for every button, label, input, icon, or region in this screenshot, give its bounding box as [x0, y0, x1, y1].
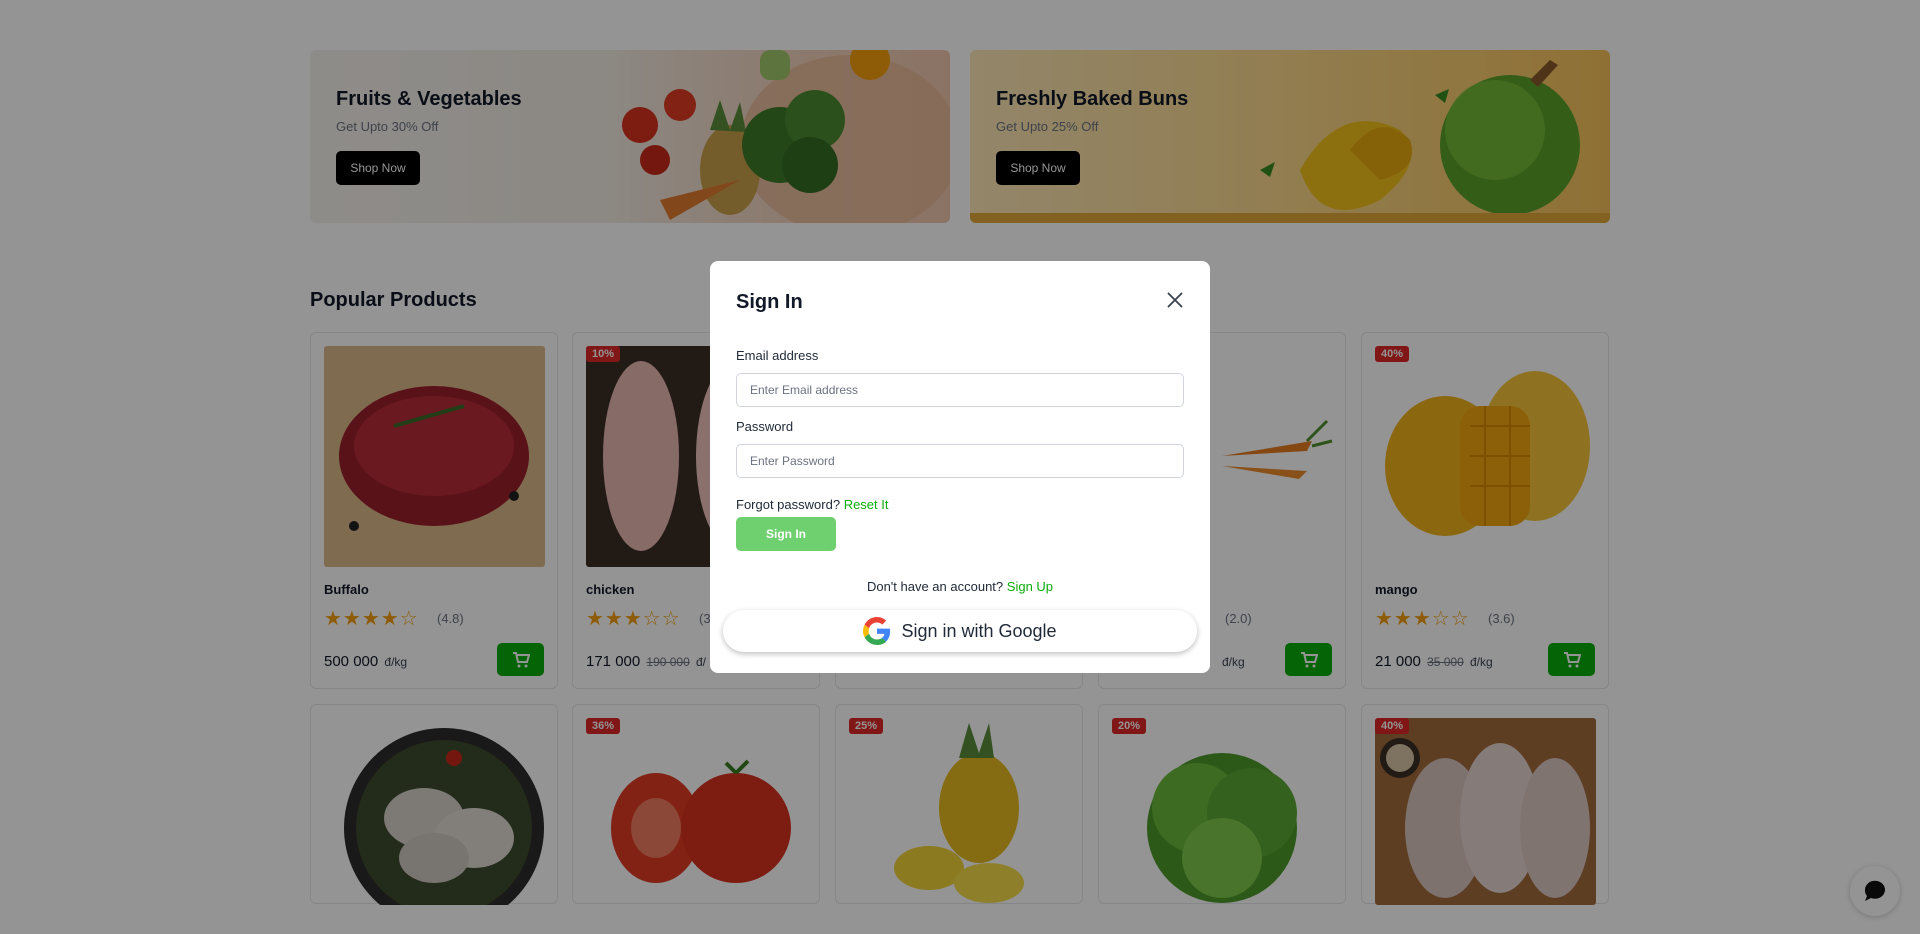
no-account-text: Don't have an account?: [866, 579, 1004, 594]
password-label: Password: [736, 419, 794, 434]
google-button-label: Sign in with Google: [901, 620, 1057, 641]
password-field[interactable]: [736, 444, 1184, 478]
modal-title: Sign In: [736, 291, 803, 313]
close-button[interactable]: [1162, 287, 1188, 313]
forgot-password-text: Forgot password?: [736, 497, 841, 512]
email-label: Email address: [736, 348, 819, 363]
sign-in-button[interactable]: Sign In: [736, 517, 836, 551]
google-sign-in-button[interactable]: Sign in with Google: [723, 610, 1197, 652]
close-icon: [1167, 292, 1183, 308]
sign-in-modal: Sign In Email address Password Forgot pa…: [710, 261, 1210, 673]
no-account-row: Don't have an account? Sign Up: [710, 579, 1210, 594]
google-icon: [863, 617, 891, 645]
email-field[interactable]: [736, 373, 1184, 407]
reset-it-link[interactable]: Reset It: [844, 497, 889, 512]
sign-up-link[interactable]: Sign Up: [1007, 579, 1053, 594]
forgot-password-row: Forgot password? Reset It: [736, 497, 888, 512]
